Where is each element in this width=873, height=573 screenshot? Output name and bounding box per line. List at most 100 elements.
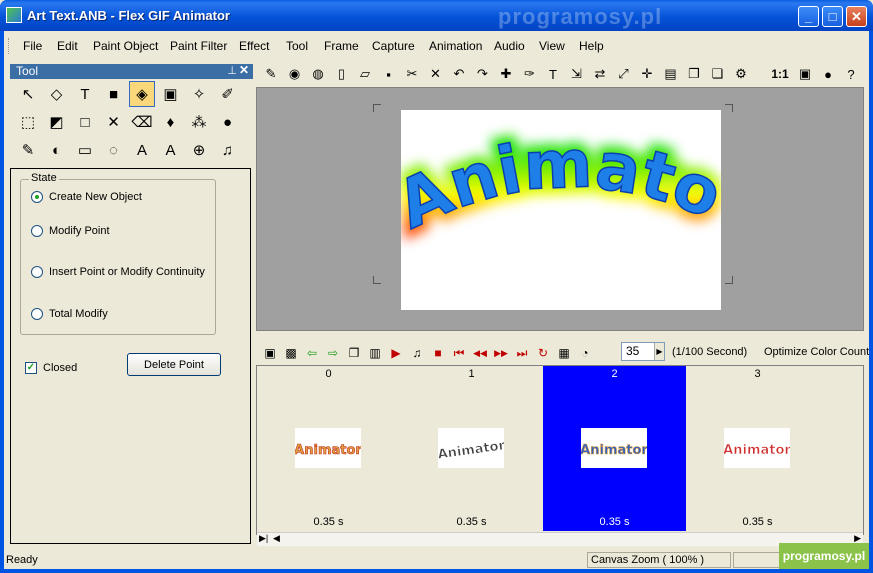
stop-icon[interactable]: ■	[430, 345, 446, 361]
radio-indicator[interactable]	[31, 308, 43, 320]
fit-icon[interactable]: ▣	[796, 65, 814, 83]
image-icon[interactable]: ▣	[158, 81, 184, 107]
circle-icon[interactable]: ●	[819, 65, 837, 83]
frame-add-icon[interactable]: ▣	[262, 345, 278, 361]
fast-forward-icon[interactable]: ▶▶	[493, 345, 509, 361]
spin-arrow-icon[interactable]: ▶	[654, 343, 664, 360]
rewind-icon[interactable]: ◀◀	[472, 345, 488, 361]
menu-paint-filter[interactable]: Paint Filter	[170, 39, 227, 53]
panel-close-icon[interactable]: ✕	[239, 63, 249, 78]
frame-item[interactable]: 1 Animator 0.35 s	[400, 366, 543, 531]
closed-checkbox-row[interactable]: ✓ Closed	[25, 362, 77, 374]
copy-frame-icon[interactable]: ❐	[685, 65, 703, 83]
save-icon[interactable]: ▪	[380, 65, 398, 83]
closed-checkbox[interactable]: ✓	[25, 362, 37, 374]
title-bar[interactable]: Art Text.ANB - Flex GIF Animator program…	[0, 0, 873, 31]
last-frame-icon[interactable]: ⏭	[514, 345, 530, 361]
radio-insert-point[interactable]: Insert Point or Modify Continuity	[31, 266, 205, 278]
menu-paint-object[interactable]: Paint Object	[93, 39, 158, 53]
loop-icon[interactable]: ↻	[535, 345, 551, 361]
undo-icon[interactable]: ↶	[450, 65, 468, 83]
pin-icon[interactable]: ⊥	[227, 64, 237, 79]
frame-item[interactable]: 3 Animator 0.35 s	[686, 366, 829, 531]
cut-icon[interactable]: ✂	[403, 65, 421, 83]
delay-input[interactable]: 35 ▶	[621, 342, 665, 361]
align-icon[interactable]: ▤	[662, 65, 680, 83]
menu-audio[interactable]: Audio	[494, 39, 525, 53]
eyedropper-icon[interactable]: ✎	[15, 137, 41, 163]
menu-help[interactable]: Help	[579, 39, 604, 53]
radio-indicator[interactable]	[31, 266, 43, 278]
scroll-left-icon[interactable]: ◀	[273, 533, 280, 544]
scale-icon[interactable]: ⤢	[615, 65, 633, 83]
zoom-icon[interactable]: ⊕	[186, 137, 212, 163]
palette-icon[interactable]: ▦	[556, 345, 572, 361]
new-file-icon[interactable]: ▯	[333, 65, 351, 83]
canvas-image[interactable]: Animator Animator	[378, 42, 739, 310]
rectangle-fill-icon[interactable]: ■	[101, 81, 127, 107]
maximize-button[interactable]: □	[822, 6, 843, 27]
menu-view[interactable]: View	[539, 39, 565, 53]
horizontal-scrollbar[interactable]: ▶| ◀ ▶	[257, 532, 863, 546]
node-select-icon[interactable]: ◇	[44, 81, 70, 107]
menu-capture[interactable]: Capture	[372, 39, 415, 53]
canvas-area[interactable]: Animator Animator	[256, 42, 864, 331]
menu-effect[interactable]: Effect	[239, 39, 269, 53]
eye-icon[interactable]: ◉	[286, 65, 304, 83]
menu-file[interactable]: File	[23, 39, 42, 53]
close-button[interactable]: ✕	[846, 6, 867, 27]
help-icon[interactable]: ?	[842, 65, 860, 83]
redo-icon[interactable]: ↷	[474, 65, 492, 83]
radio-create-new-object[interactable]: Create New Object	[31, 191, 142, 203]
frame-item[interactable]: 2 Animator 0.35 s	[543, 366, 686, 531]
next-arrow-icon[interactable]: ⇨	[325, 345, 341, 361]
text-tool-icon[interactable]: T	[72, 81, 98, 107]
first-frame-icon[interactable]: ⏮	[451, 345, 467, 361]
sound-icon[interactable]: ♫	[409, 345, 425, 361]
brush-icon[interactable]: ✐	[215, 81, 241, 107]
radio-indicator[interactable]	[31, 225, 43, 237]
radio-modify-point[interactable]: Modify Point	[31, 225, 110, 237]
fill-bucket-icon[interactable]: ♦	[158, 109, 184, 135]
magic-wand-icon[interactable]: ✧	[186, 81, 212, 107]
art-path-icon[interactable]: ◈	[129, 81, 155, 107]
minimize-button[interactable]: _	[798, 6, 819, 27]
globe-icon[interactable]: ◍	[309, 65, 327, 83]
rectangle-outline-icon[interactable]: □	[72, 109, 98, 135]
eraser-icon[interactable]: ⌫	[129, 109, 155, 135]
trash-icon[interactable]: ▥	[367, 345, 383, 361]
drop-icon[interactable]: ●	[215, 109, 241, 135]
menu-edit[interactable]: Edit	[57, 39, 78, 53]
pen-remove-icon[interactable]: ✑	[521, 65, 539, 83]
optimize-color-count[interactable]: Optimize Color Count	[764, 346, 869, 358]
outline-text-icon[interactable]: A	[158, 137, 184, 163]
pen-add-icon[interactable]: ✚	[497, 65, 515, 83]
center-icon[interactable]: ✛	[638, 65, 656, 83]
blur-icon[interactable]: ◌	[101, 137, 127, 163]
spray-icon[interactable]: ⁂	[186, 109, 212, 135]
pencil-icon[interactable]: ✎	[262, 65, 280, 83]
color-swatch-icon[interactable]: ◐	[44, 137, 70, 163]
open-folder-icon[interactable]: ▱	[356, 65, 374, 83]
radio-total-modify[interactable]: Total Modify	[31, 308, 108, 320]
flip-icon[interactable]: ⇄	[591, 65, 609, 83]
music-note-icon[interactable]: ♫	[215, 137, 241, 163]
art-text-icon[interactable]: A	[129, 137, 155, 163]
paste-frame-icon[interactable]: ❏	[709, 65, 727, 83]
scroll-first-icon[interactable]: ▶|	[259, 533, 268, 544]
menu-animation[interactable]: Animation	[429, 39, 482, 53]
frame-rect-icon[interactable]: ▭	[72, 137, 98, 163]
prev-arrow-icon[interactable]: ⇦	[304, 345, 320, 361]
menu-tool[interactable]: Tool	[286, 39, 308, 53]
timer-icon[interactable]: ◔	[577, 345, 593, 361]
marquee-select-icon[interactable]: ⬚	[15, 109, 41, 135]
text-icon[interactable]: T	[544, 65, 562, 83]
transform-icon[interactable]: ✕	[101, 109, 127, 135]
crop-icon[interactable]: ◩	[44, 109, 70, 135]
radio-indicator[interactable]	[31, 191, 43, 203]
delete-point-button[interactable]: Delete Point	[127, 353, 221, 376]
menu-frame[interactable]: Frame	[324, 39, 359, 53]
resize-icon[interactable]: ⇲	[568, 65, 586, 83]
frame-item[interactable]: 0 Animator 0.35 s	[257, 366, 400, 531]
settings-tool-icon[interactable]: ⚙	[732, 65, 750, 83]
